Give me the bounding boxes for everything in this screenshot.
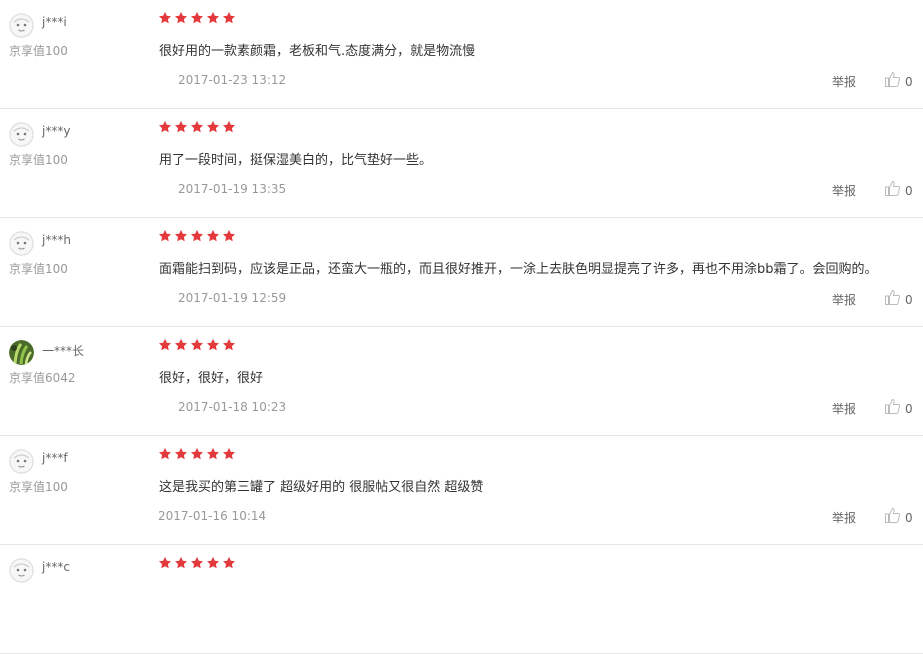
user-level: 京享值100 [9, 153, 68, 167]
review-item: j***h 京享值100 面霜能扫到码，应该是正品，还蛮大一瓶的，而且很好推开，一涂… [0, 218, 923, 327]
review-item: j***f 京享值100 这是我买的第三罐了 超级好用的 很服帖又很自然 超级赞 20… [0, 436, 923, 545]
star-icon [190, 11, 204, 27]
like-count: 0 [905, 401, 913, 416]
star-icon [174, 229, 188, 245]
report-link[interactable]: 举报 [832, 509, 856, 526]
review-item: j***y 京享值100 用了一段时间，挺保湿美白的，比气垫好一些。 2017-01-… [0, 109, 923, 218]
star-rating [158, 447, 236, 463]
user-level: 京享值100 [9, 480, 68, 494]
review-date: 2017-01-19 13:35 [178, 182, 287, 196]
username[interactable]: j***h [42, 233, 71, 247]
like-count: 0 [905, 74, 913, 89]
report-link[interactable]: 举报 [832, 400, 856, 417]
star-icon [222, 11, 236, 27]
default-avatar-icon[interactable] [9, 231, 34, 256]
default-avatar-icon[interactable] [9, 122, 34, 147]
thumbs-up-icon [884, 289, 901, 310]
user-level: 京享值6042 [9, 371, 76, 385]
star-icon [174, 338, 188, 354]
username[interactable]: j***y [42, 124, 70, 138]
review-text: 很好用的一款素颜霜，老板和气.态度满分，就是物流慢 [159, 44, 476, 59]
star-icon [206, 338, 220, 354]
review-item: j***c [0, 545, 923, 654]
review-text: 这是我买的第三罐了 超级好用的 很服帖又很自然 超级赞 [159, 480, 484, 495]
star-icon [158, 447, 172, 463]
review-text: 用了一段时间，挺保湿美白的，比气垫好一些。 [159, 153, 433, 168]
like-button[interactable]: 0 [884, 180, 913, 201]
user-level: 京享值100 [9, 262, 68, 276]
star-icon [158, 229, 172, 245]
star-rating [158, 11, 236, 27]
review-date: 2017-01-23 13:12 [178, 73, 287, 87]
report-link[interactable]: 举报 [832, 73, 856, 90]
star-icon [222, 338, 236, 354]
default-avatar-icon[interactable] [9, 449, 34, 474]
thumbs-up-icon [884, 71, 901, 92]
like-button[interactable]: 0 [884, 289, 913, 310]
star-icon [190, 447, 204, 463]
star-icon [206, 447, 220, 463]
star-icon [158, 120, 172, 136]
star-rating [158, 338, 236, 354]
star-icon [174, 447, 188, 463]
star-icon [222, 447, 236, 463]
plant-photo-avatar-icon[interactable] [9, 340, 34, 365]
star-icon [206, 556, 220, 572]
star-icon [190, 338, 204, 354]
review-date: 2017-01-18 10:23 [178, 400, 287, 414]
like-button[interactable]: 0 [884, 507, 913, 528]
star-rating [158, 120, 236, 136]
like-button[interactable]: 0 [884, 398, 913, 419]
username[interactable]: j***f [42, 451, 68, 465]
star-icon [174, 11, 188, 27]
review-text: 很好，很好，很好 [159, 371, 264, 386]
star-rating [158, 229, 236, 245]
star-icon [190, 556, 204, 572]
star-icon [222, 229, 236, 245]
thumbs-up-icon [884, 507, 901, 528]
report-link[interactable]: 举报 [832, 291, 856, 308]
star-icon [206, 11, 220, 27]
star-icon [206, 229, 220, 245]
thumbs-up-icon [884, 398, 901, 419]
username[interactable]: 一***长 [42, 342, 84, 359]
like-count: 0 [905, 510, 913, 525]
like-count: 0 [905, 292, 913, 307]
username[interactable]: j***c [42, 560, 70, 574]
star-rating [158, 556, 236, 572]
star-icon [206, 120, 220, 136]
star-icon [158, 338, 172, 354]
star-icon [222, 120, 236, 136]
star-icon [190, 229, 204, 245]
review-item: j***i 京享值100 很好用的一款素颜霜，老板和气.态度满分，就是物流慢 2017… [0, 0, 923, 109]
star-icon [174, 556, 188, 572]
star-icon [174, 120, 188, 136]
review-date: 2017-01-19 12:59 [178, 291, 287, 305]
default-avatar-icon[interactable] [9, 558, 34, 583]
star-icon [190, 120, 204, 136]
review-date: 2017-01-16 10:14 [158, 509, 267, 523]
like-count: 0 [905, 183, 913, 198]
user-level: 京享值100 [9, 44, 68, 58]
like-button[interactable]: 0 [884, 71, 913, 92]
review-item: 一***长京享值6042 很好，很好，很好 2017-01-18 10:23 举报 0 [0, 327, 923, 436]
star-icon [158, 556, 172, 572]
review-text: 面霜能扫到码，应该是正品，还蛮大一瓶的，而且很好推开，一涂上去肤色明显提亮了许多… [159, 262, 878, 277]
star-icon [222, 556, 236, 572]
star-icon [158, 11, 172, 27]
default-avatar-icon[interactable] [9, 13, 34, 38]
thumbs-up-icon [884, 180, 901, 201]
username[interactable]: j***i [42, 15, 67, 29]
report-link[interactable]: 举报 [832, 182, 856, 199]
